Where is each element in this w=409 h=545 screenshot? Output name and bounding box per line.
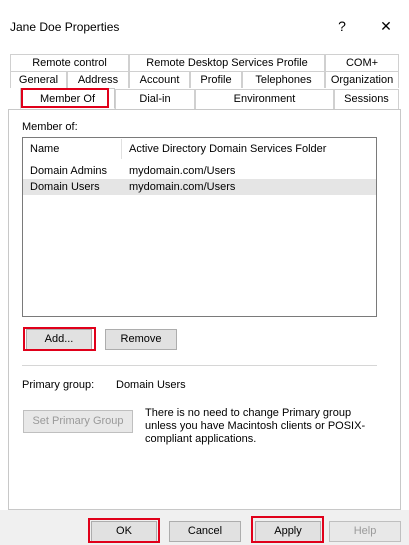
window-title: Jane Doe Properties — [10, 20, 120, 34]
column-header-name[interactable]: Name — [30, 143, 59, 155]
apply-button-highlight — [251, 516, 324, 543]
cancel-button[interactable]: Cancel — [169, 521, 241, 542]
separator — [22, 365, 377, 366]
tab-account[interactable]: Account — [129, 71, 190, 88]
tab-address[interactable]: Address — [67, 71, 129, 88]
tab-remote-control[interactable]: Remote control — [10, 54, 129, 71]
tab-dial-in[interactable]: Dial-in — [115, 89, 195, 109]
row-name-cell: Domain Admins — [30, 165, 108, 177]
primary-group-value: Domain Users — [116, 379, 186, 391]
column-header-folder[interactable]: Active Directory Domain Services Folder — [129, 143, 326, 155]
help-button[interactable]: Help — [329, 521, 401, 542]
tab-remote-desktop-services-profile[interactable]: Remote Desktop Services Profile — [129, 54, 325, 71]
help-icon[interactable]: ? — [330, 14, 354, 38]
primary-group-note: There is no need to change Primary group… — [145, 407, 366, 445]
tab-general[interactable]: General — [10, 71, 67, 88]
set-primary-group-button[interactable]: Set Primary Group — [23, 410, 133, 433]
primary-group-label: Primary group: — [22, 379, 95, 391]
column-divider[interactable] — [121, 139, 122, 159]
tab-sessions[interactable]: Sessions — [334, 89, 399, 109]
tab-environment[interactable]: Environment — [195, 89, 334, 109]
tab-com-plus[interactable]: COM+ — [325, 54, 399, 71]
tab-telephones[interactable]: Telephones — [242, 71, 325, 88]
tab-organization[interactable]: Organization — [325, 71, 399, 88]
close-icon[interactable]: ✕ — [374, 14, 398, 38]
row-folder-cell: mydomain.com/Users — [129, 181, 236, 193]
tab-profile[interactable]: Profile — [190, 71, 242, 88]
add-button-highlight — [23, 327, 96, 351]
ok-button-highlight — [88, 518, 160, 543]
member-of-tab-highlight — [21, 88, 109, 108]
row-name-cell: Domain Users — [30, 181, 100, 193]
remove-button[interactable]: Remove — [105, 329, 177, 350]
row-folder-cell: mydomain.com/Users — [129, 165, 236, 177]
member-of-label: Member of: — [22, 121, 78, 133]
